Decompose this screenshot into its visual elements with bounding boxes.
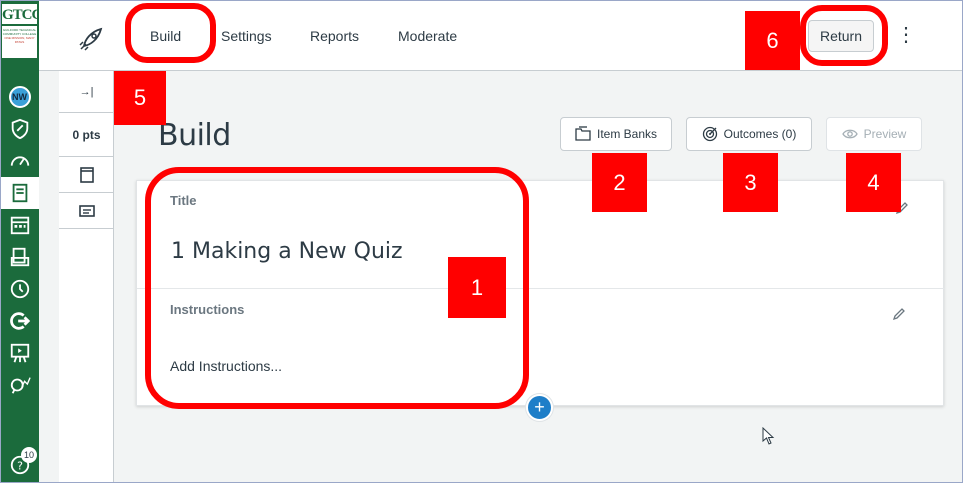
svg-text:?: ?: [17, 460, 23, 473]
logo-text: GTCC: [2, 4, 42, 26]
presentation-icon: [10, 343, 29, 363]
tab-moderate[interactable]: Moderate: [398, 26, 457, 46]
help-nav-item[interactable]: ? 10: [0, 447, 39, 481]
outcomes-label: Outcomes (0): [723, 127, 797, 141]
question-item-button[interactable]: [59, 157, 114, 193]
logo-subtext: GUILFORD TECHNICAL COMMUNITY COLLEGE: [2, 28, 37, 36]
global-navigation: GTCC GUILFORD TECHNICAL COMMUNITY COLLEG…: [0, 0, 42, 483]
avatar: NW: [8, 86, 31, 108]
inbox-icon: [10, 247, 29, 267]
page-title: Build: [158, 118, 231, 153]
collapse-icon: →|: [79, 85, 94, 98]
college-logo[interactable]: GTCC GUILFORD TECHNICAL COMMUNITY COLLEG…: [2, 4, 42, 58]
text-block-icon: [78, 204, 95, 217]
target-icon: [702, 126, 717, 142]
commons-nav-item[interactable]: [0, 305, 39, 337]
page-icon: [79, 166, 94, 183]
points-label: 0 pts: [72, 127, 101, 142]
account-nav-item[interactable]: NW: [0, 81, 39, 113]
book-icon: [12, 183, 27, 203]
history-nav-item[interactable]: [0, 273, 39, 305]
analytics-nav-item[interactable]: [0, 369, 39, 401]
calendar-nav-item[interactable]: [0, 209, 39, 241]
tab-settings[interactable]: Settings: [221, 26, 272, 46]
highlight-build-tab: [125, 3, 216, 63]
help-badge: 10: [21, 447, 37, 463]
outcomes-button[interactable]: Outcomes (0): [686, 117, 812, 151]
arrow-exit-icon: [9, 312, 30, 330]
studio-nav-item[interactable]: [0, 337, 39, 369]
highlight-return-button: [800, 5, 888, 66]
annotation-3: 3: [723, 153, 778, 212]
quiz-sidebar: →| 0 pts: [59, 71, 114, 483]
edit-instructions-pencil-icon[interactable]: [892, 307, 906, 321]
plus-icon: +: [534, 397, 545, 417]
annotation-4: 4: [846, 153, 901, 212]
eye-icon: [841, 129, 858, 139]
stimulus-item-button[interactable]: [59, 193, 114, 229]
dashboard-icon: [10, 156, 29, 166]
shield-icon: [11, 118, 28, 140]
annotation-1: 1: [448, 257, 506, 318]
inbox-nav-item[interactable]: [0, 241, 39, 273]
tab-reports[interactable]: Reports: [310, 26, 359, 46]
add-item-button[interactable]: +: [526, 394, 553, 421]
preview-button[interactable]: Preview: [826, 117, 922, 151]
points-total: 0 pts: [59, 113, 114, 157]
courses-nav-item[interactable]: [0, 177, 39, 209]
dashboard-nav-item[interactable]: [0, 145, 39, 177]
annotation-6: 6: [745, 11, 800, 70]
preview-label: Preview: [863, 127, 907, 141]
mouse-cursor-icon: [762, 427, 775, 445]
analytics-search-icon: [10, 377, 31, 394]
admin-nav-item[interactable]: [0, 113, 39, 145]
annotation-2: 2: [592, 153, 647, 212]
item-banks-button[interactable]: Item Banks: [560, 117, 672, 151]
item-banks-icon: [575, 126, 591, 141]
rocket-icon: [79, 27, 103, 51]
annotation-5: 5: [114, 71, 166, 125]
calendar-icon: [10, 216, 29, 235]
collapse-sidebar-button[interactable]: →|: [59, 71, 114, 113]
item-banks-label: Item Banks: [596, 127, 658, 141]
logo-tagline: ONE MISSION, MANY PATHS: [4, 36, 35, 44]
more-options-icon[interactable]: ⋮: [896, 25, 916, 45]
clock-icon: [10, 279, 29, 299]
